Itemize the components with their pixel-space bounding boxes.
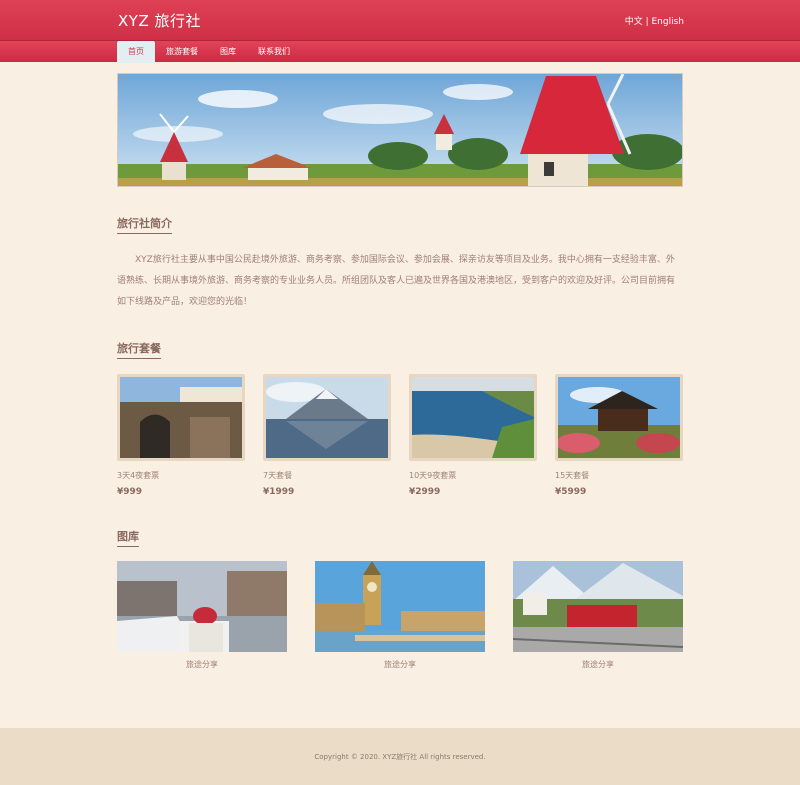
- package-card[interactable]: 10天9夜套票 ¥2999: [409, 374, 537, 497]
- main-navbar: 首页 旅游套餐 图库 联系我们: [0, 40, 800, 63]
- gallery-caption: 旅途分享: [186, 660, 218, 669]
- nav-item-contact[interactable]: 联系我们: [247, 41, 301, 63]
- gallery-item[interactable]: 旅途分享: [315, 561, 485, 670]
- site-logo[interactable]: XYZ 旅行社: [118, 10, 201, 31]
- package-price: ¥1999: [263, 487, 295, 497]
- main-nav: 首页 旅游套餐 图库 联系我们: [117, 41, 301, 63]
- package-name: 15天套餐: [555, 471, 590, 480]
- package-card[interactable]: 15天套餐 ¥5999: [555, 374, 683, 497]
- language-switcher: 中文 | English: [625, 14, 684, 27]
- gallery-caption: 旅途分享: [582, 660, 614, 669]
- package-name: 10天9夜套票: [409, 471, 457, 480]
- package-name: 3天4夜套票: [117, 471, 160, 480]
- page-footer: Copyright © 2020. XYZ旅行社 All rights rese…: [0, 728, 800, 785]
- nav-item-gallery[interactable]: 图库: [209, 41, 247, 63]
- package-image[interactable]: [555, 374, 683, 461]
- lang-separator: |: [642, 17, 652, 27]
- lang-english-link[interactable]: English: [652, 17, 685, 27]
- package-image[interactable]: [117, 374, 245, 461]
- gallery-image[interactable]: [513, 561, 683, 652]
- intro-text: XYZ旅行社主要从事中国公民赴境外旅游、商务考察、参加国际会议、参加会展、探亲访…: [117, 255, 676, 307]
- gallery-item[interactable]: 旅途分享: [117, 561, 287, 670]
- package-image[interactable]: [263, 374, 391, 461]
- package-card[interactable]: 7天套餐 ¥1999: [263, 374, 391, 497]
- nav-item-home[interactable]: 首页: [117, 41, 155, 63]
- nav-item-packages[interactable]: 旅游套餐: [155, 41, 209, 63]
- gallery-heading: 图库: [117, 528, 139, 547]
- gallery-image[interactable]: [117, 561, 287, 652]
- package-name: 7天套餐: [263, 471, 293, 480]
- packages-heading: 旅行套餐: [117, 340, 161, 359]
- lang-chinese-link[interactable]: 中文: [625, 17, 643, 27]
- gallery-image[interactable]: [315, 561, 485, 652]
- package-image[interactable]: [409, 374, 537, 461]
- package-price: ¥2999: [409, 487, 441, 497]
- gallery-item[interactable]: 旅途分享: [513, 561, 683, 670]
- top-header: XYZ 旅行社 中文 | English: [0, 0, 800, 40]
- package-price: ¥999: [117, 487, 143, 497]
- gallery-caption: 旅途分享: [384, 660, 416, 669]
- hero-banner: [117, 73, 683, 187]
- package-card[interactable]: 3天4夜套票 ¥999: [117, 374, 245, 497]
- package-price: ¥5999: [555, 487, 587, 497]
- intro-heading: 旅行社简介: [117, 215, 172, 234]
- footer-copyright: Copyright © 2020. XYZ旅行社 All rights rese…: [314, 753, 486, 761]
